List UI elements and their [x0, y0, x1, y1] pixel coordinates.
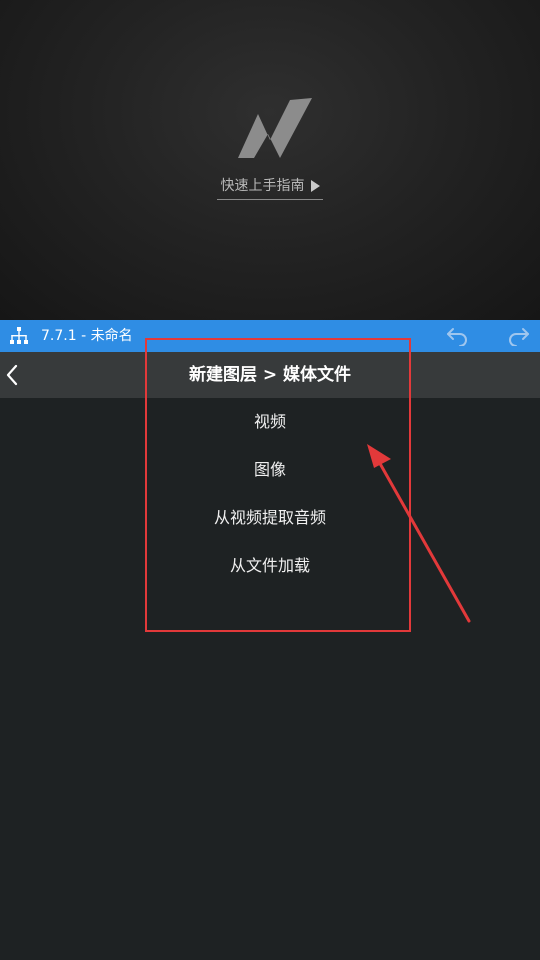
quick-start-guide-label: 快速上手指南 [220, 177, 305, 194]
preview-area: 快速上手指南 [0, 0, 540, 320]
quick-start-guide-link[interactable]: 快速上手指南 [217, 172, 323, 200]
menu-item-load-from-file[interactable]: 从文件加载 [145, 542, 395, 590]
app-screen: 快速上手指南 7.7.1 - 未命名 新建图层 > 媒体文件 视频 图像 从视频… [0, 0, 540, 960]
project-bar: 7.7.1 - 未命名 [0, 320, 540, 352]
panel-header: 新建图层 > 媒体文件 [0, 352, 540, 398]
project-title[interactable]: 7.7.1 - 未命名 [41, 320, 133, 352]
menu-item-video[interactable]: 视频 [145, 398, 395, 446]
undo-icon[interactable] [446, 326, 468, 346]
play-icon [310, 179, 320, 192]
menu-item-image[interactable]: 图像 [145, 446, 395, 494]
redo-icon[interactable] [508, 326, 530, 346]
media-file-menu: 视频 图像 从视频提取音频 从文件加载 [145, 398, 395, 590]
chevron-left-icon[interactable] [2, 361, 28, 389]
app-logo-icon [238, 98, 312, 158]
panel-title: 新建图层 > 媒体文件 [188, 365, 352, 385]
menu-item-extract-audio[interactable]: 从视频提取音频 [145, 494, 395, 542]
layers-hierarchy-icon[interactable] [9, 326, 29, 346]
